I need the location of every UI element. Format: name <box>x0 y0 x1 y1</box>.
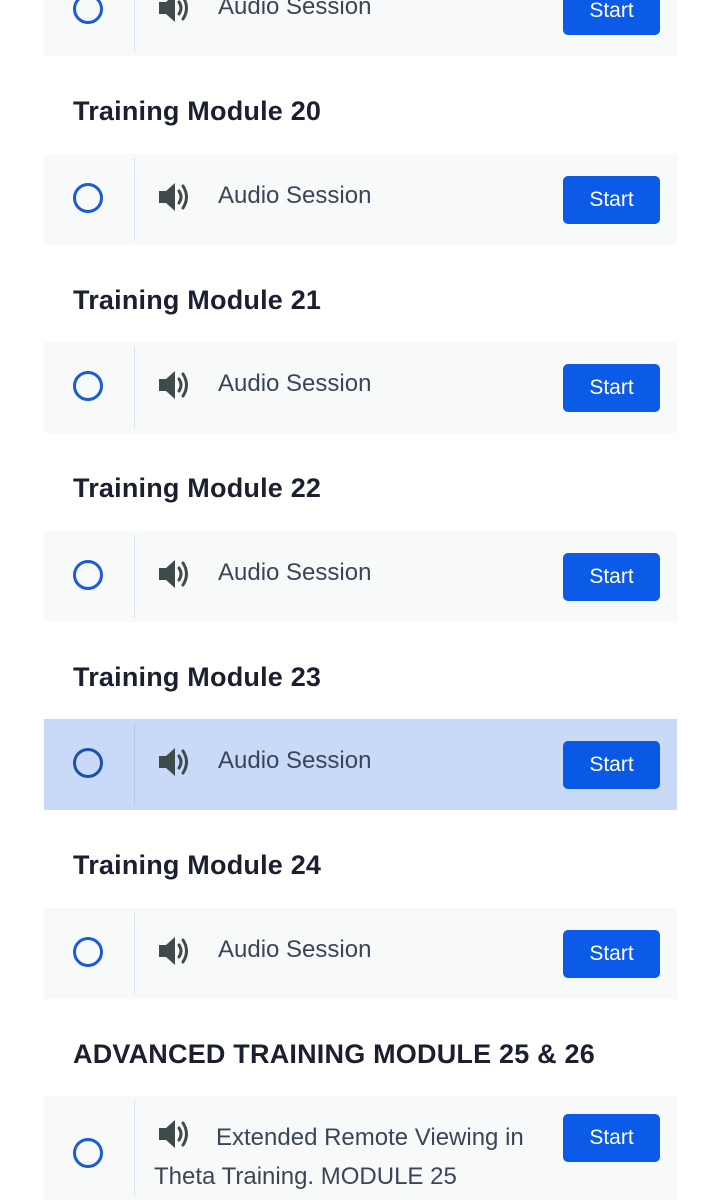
lesson-label: Audio Session <box>218 559 372 586</box>
module-title: Training Module 20 <box>73 96 322 126</box>
lesson-label: Audio Session <box>218 936 372 963</box>
status-circle-icon[interactable] <box>73 748 103 778</box>
speaker-icon <box>159 937 188 965</box>
module-title: ADVANCED TRAINING MODULE 25 & 26 <box>73 1039 595 1069</box>
speaker-icon <box>159 0 188 22</box>
lesson-row-audio-session[interactable]: Audio Session Start <box>44 908 677 999</box>
start-button[interactable]: Start <box>563 741 660 789</box>
lesson-label: Audio Session <box>218 370 372 397</box>
row-divider <box>134 158 135 241</box>
row-divider <box>134 912 135 995</box>
start-button[interactable]: Start <box>563 176 660 224</box>
speaker-icon <box>159 183 188 211</box>
lesson-label: Extended Remote Viewing in Theta Trainin… <box>154 1124 524 1190</box>
start-button[interactable]: Start <box>563 553 660 601</box>
row-divider <box>134 346 135 429</box>
lesson-label: Audio Session <box>218 747 372 774</box>
speaker-icon <box>159 560 188 588</box>
status-circle-icon[interactable] <box>73 937 103 967</box>
status-circle-icon[interactable] <box>73 183 103 213</box>
lesson-row-audio-session[interactable]: Audio Session Start <box>44 531 677 622</box>
status-circle-icon[interactable] <box>73 560 103 590</box>
module-title: Training Module 24 <box>73 850 322 880</box>
lesson-row-extended-remote-viewing[interactable]: Extended Remote Viewing in Theta Trainin… <box>44 1096 677 1200</box>
lesson-row-audio-session[interactable]: Audio Session Start <box>44 0 677 56</box>
lesson-label: Audio Session <box>218 182 372 209</box>
start-button[interactable]: Start <box>563 1114 660 1162</box>
row-divider <box>134 1100 135 1196</box>
status-circle-icon[interactable] <box>73 371 103 401</box>
status-circle-icon[interactable] <box>73 0 103 24</box>
speaker-icon <box>159 748 188 776</box>
start-button[interactable]: Start <box>563 0 660 35</box>
start-button[interactable]: Start <box>563 930 660 978</box>
row-divider <box>134 0 135 52</box>
module-list-page: Audio Session Start Training Module 20 A… <box>0 0 721 1200</box>
module-title: Training Module 23 <box>73 662 322 692</box>
speaker-icon <box>159 371 188 399</box>
lesson-label: Audio Session <box>218 0 372 20</box>
module-title: Training Module 21 <box>73 285 322 315</box>
lesson-row-audio-session[interactable]: Audio Session Start <box>44 154 677 245</box>
row-divider <box>134 723 135 806</box>
status-circle-icon[interactable] <box>73 1138 103 1168</box>
lesson-row-audio-session[interactable]: Audio Session Start <box>44 342 677 433</box>
start-button[interactable]: Start <box>563 364 660 412</box>
lesson-row-audio-session-selected[interactable]: Audio Session Start <box>44 719 677 810</box>
row-divider <box>134 535 135 618</box>
module-title: Training Module 22 <box>73 473 322 503</box>
